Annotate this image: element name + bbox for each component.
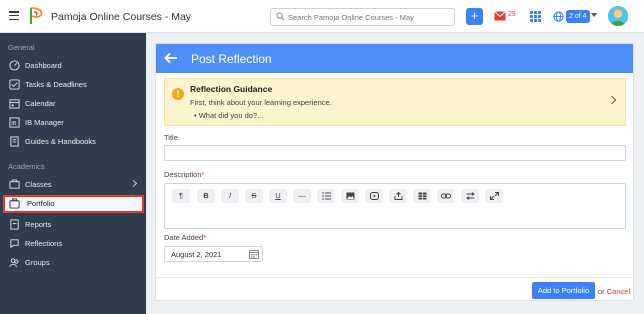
- swap-button[interactable]: [461, 189, 479, 203]
- paragraph-button[interactable]: ¶: [172, 189, 190, 203]
- sidebar-section-general: General: [8, 43, 35, 52]
- globe-icon[interactable]: [553, 11, 564, 22]
- expand-icon: [489, 192, 499, 200]
- reports-icon: [10, 219, 19, 230]
- app-title: Pamoja Online Courses - May: [51, 11, 192, 23]
- portfolio-icon: [9, 198, 20, 209]
- strikethrough-button[interactable]: S: [245, 189, 263, 203]
- sidebar-item-tasks[interactable]: Tasks & Deadlines: [3, 76, 144, 94]
- sidebar-item-portfolio[interactable]: Portfolio: [3, 195, 144, 213]
- sidebar: General Dashboard Tasks & Deadlines Cale…: [0, 33, 146, 314]
- sidebar-item-ib-manager[interactable]: IB IB Manager: [3, 114, 144, 132]
- upload-icon: [394, 191, 402, 200]
- sidebar-item-guides[interactable]: Guides & Handbooks: [3, 133, 144, 151]
- video-icon: [369, 192, 379, 200]
- link-icon: [441, 193, 451, 199]
- chevron-right-icon[interactable]: [129, 179, 138, 188]
- sidebar-item-label: Dashboard: [25, 61, 62, 70]
- chevron-down-icon[interactable]: [591, 13, 597, 17]
- pamoja-logo-icon[interactable]: [29, 6, 45, 26]
- calendar-icon[interactable]: [249, 249, 259, 259]
- sidebar-item-dashboard[interactable]: Dashboard: [3, 57, 144, 75]
- sidebar-section-academics: Academics: [8, 162, 45, 171]
- horizontal-rule-button[interactable]: —: [293, 189, 311, 203]
- table-button[interactable]: [413, 189, 431, 203]
- guidance-title: Reflection Guidance: [190, 84, 273, 94]
- avatar[interactable]: [608, 6, 628, 26]
- apps-grid-icon[interactable]: [530, 11, 541, 22]
- italic-button[interactable]: I: [221, 189, 239, 203]
- link-button[interactable]: [437, 189, 455, 203]
- post-reflection-card: Post Reflection ! Reflection Guidance Fi…: [155, 43, 634, 301]
- image-button[interactable]: [341, 189, 359, 203]
- sidebar-item-label: Reflections: [25, 239, 63, 248]
- sidebar-item-label: Reports: [25, 220, 52, 229]
- sidebar-item-calendar[interactable]: Calendar: [3, 95, 144, 113]
- menu-icon[interactable]: [9, 11, 19, 21]
- title-label: Title: [164, 133, 178, 142]
- sidebar-item-reports[interactable]: Reports: [3, 216, 144, 234]
- back-arrow-icon[interactable]: [164, 52, 178, 64]
- card-header: Post Reflection: [156, 44, 633, 73]
- date-label: Date Added*: [164, 233, 207, 242]
- warning-icon: !: [172, 88, 184, 100]
- sidebar-item-classes[interactable]: Classes: [3, 176, 144, 194]
- sidebar-item-groups[interactable]: Groups: [3, 254, 144, 272]
- date-value: August 2, 2021: [171, 250, 222, 259]
- groups-icon: [9, 258, 19, 268]
- tasks-icon: [9, 79, 20, 90]
- list-button[interactable]: [317, 189, 335, 203]
- chevron-right-icon[interactable]: [607, 95, 617, 105]
- sidebar-item-label: Calendar: [25, 99, 56, 108]
- sidebar-item-label: Tasks & Deadlines: [25, 80, 87, 89]
- add-to-portfolio-button[interactable]: Add to Portfolio: [532, 282, 595, 299]
- divider: [156, 277, 633, 278]
- title-field[interactable]: [164, 145, 626, 161]
- reflections-icon: [10, 239, 19, 249]
- reflection-guidance-panel[interactable]: ! Reflection Guidance First, think about…: [164, 78, 626, 126]
- bold-button[interactable]: B: [197, 189, 215, 203]
- cancel-group: or Cancel: [598, 287, 631, 296]
- search-input[interactable]: [288, 11, 448, 23]
- sidebar-item-label: Classes: [25, 180, 52, 189]
- sidebar-item-label: Guides & Handbooks: [25, 137, 96, 146]
- sidebar-item-label: Groups: [25, 258, 50, 267]
- class-pager-badge[interactable]: 2 of 4: [566, 10, 590, 23]
- mail-count-badge: 29: [508, 11, 516, 18]
- guides-icon: [10, 136, 19, 147]
- guidance-bullet: • What did you do?...: [194, 111, 264, 120]
- table-icon: [418, 192, 426, 200]
- sidebar-item-reflections[interactable]: Reflections: [3, 235, 144, 253]
- date-added-field[interactable]: August 2, 2021: [164, 246, 263, 262]
- sidebar-item-label: Portfolio: [27, 199, 55, 208]
- upload-button[interactable]: [389, 189, 407, 203]
- description-editor[interactable]: ¶ B I S U —: [164, 183, 626, 229]
- calendar-icon: [9, 99, 20, 109]
- description-label: Description*: [164, 170, 205, 179]
- image-icon: [346, 192, 354, 200]
- list-icon: [321, 192, 331, 200]
- page-title: Post Reflection: [191, 52, 272, 66]
- classes-icon: [9, 179, 20, 189]
- add-button[interactable]: +: [466, 8, 483, 25]
- expand-button[interactable]: [485, 189, 503, 203]
- cancel-link[interactable]: Cancel: [607, 287, 630, 296]
- svg-text:IB: IB: [11, 121, 17, 127]
- swap-icon: [465, 192, 475, 200]
- guidance-text: First, think about your learning experie…: [190, 98, 332, 107]
- dashboard-icon: [9, 60, 20, 71]
- sidebar-item-label: IB Manager: [25, 118, 64, 127]
- mail-icon[interactable]: [494, 11, 506, 21]
- underline-button[interactable]: U: [269, 189, 287, 203]
- top-bar: Pamoja Online Courses - May + 29 2 of 4: [0, 0, 644, 33]
- ib-manager-icon: IB: [9, 117, 20, 128]
- search-icon: [276, 12, 285, 21]
- search-box[interactable]: [270, 8, 455, 26]
- video-button[interactable]: [365, 189, 383, 203]
